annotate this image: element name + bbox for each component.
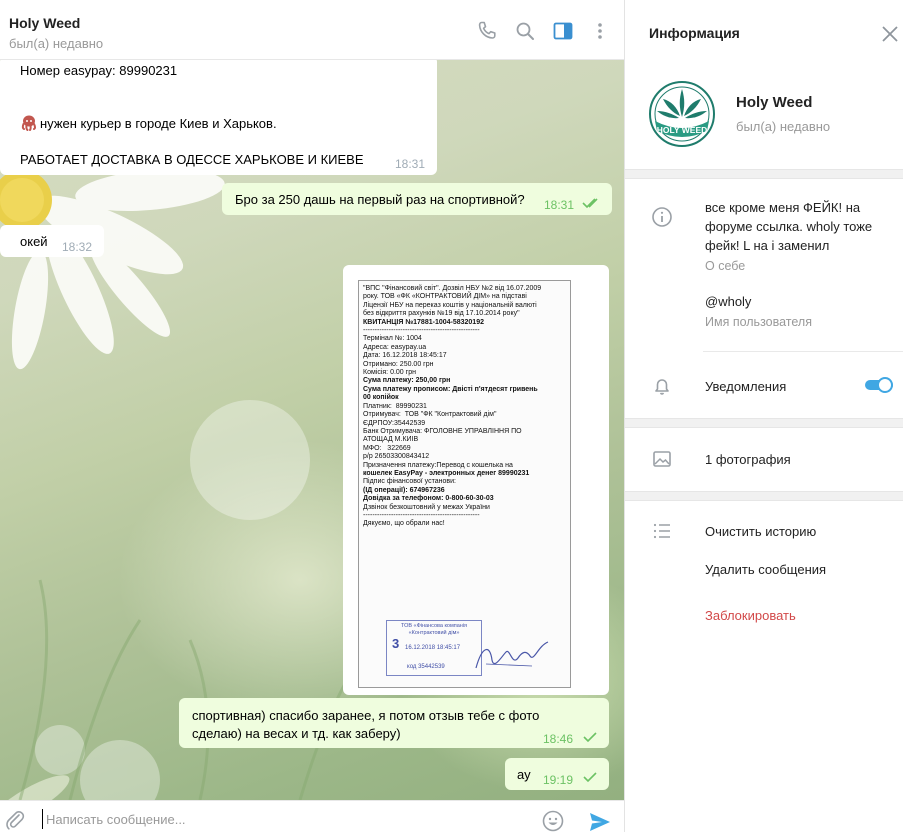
profile-status: был(а) недавно xyxy=(736,119,831,134)
search-icon[interactable] xyxy=(513,19,537,43)
about-label: О себе xyxy=(705,259,746,273)
receipt-line: року. ТОВ «ФК «КОНТРАКТОВИЙ ДІМ» на підс… xyxy=(363,293,527,301)
receipt-line: Отримано: 250.00 грн xyxy=(363,360,434,368)
info-circle-icon xyxy=(652,207,672,227)
receipt-line: Дякуємо, що обрали нас! xyxy=(363,520,445,528)
message-time: 18:32 xyxy=(62,240,93,254)
receipt-line: Банк Отримувача: ФГОЛОВНЕ УПРАВЛІННЯ ПО xyxy=(363,427,522,435)
message-composer xyxy=(0,800,624,832)
message-bubble-incoming[interactable]: Номер easypay: 89990231 нужен курьер в г… xyxy=(0,56,437,175)
notifications-toggle[interactable] xyxy=(864,376,894,394)
about-text[interactable]: все кроме меня ФЕЙК! на форуме ссылка. w… xyxy=(705,198,890,255)
attach-icon[interactable] xyxy=(4,809,26,831)
message-text: ау xyxy=(517,767,531,782)
info-title: Информация xyxy=(649,25,740,41)
bell-icon xyxy=(655,379,669,395)
receipt-line: Платник: 89990231 xyxy=(363,402,427,410)
username-value[interactable]: @wholy xyxy=(705,294,751,309)
stamp-code: код 35442539 xyxy=(407,664,445,670)
message-text: нужен курьер в городе Киев и Харьков. xyxy=(40,116,277,131)
receipt-line: Комісія: 0.00 грн xyxy=(363,369,416,377)
info-panel: Информация HOLY WEED Holy Weed был(а) не… xyxy=(624,0,903,832)
section-divider xyxy=(625,418,903,428)
receipt-stamp: ТОВ «Фінансова компанія «Контрактовий ді… xyxy=(386,620,482,676)
message-input[interactable] xyxy=(42,809,522,829)
receipt-line: АТОЩАД М.КИІВ xyxy=(363,436,419,444)
message-time: 18:31 xyxy=(395,157,426,171)
single-check-icon xyxy=(583,732,597,743)
chat-area: Holy Weed был(а) недавно Номер easypay: … xyxy=(0,0,624,832)
more-vertical-icon[interactable] xyxy=(588,19,612,43)
signature-scribble xyxy=(475,641,549,669)
section-divider xyxy=(625,491,903,501)
message-bubble-outgoing[interactable]: ау 19:19 xyxy=(505,758,609,790)
stamp-line: ТОВ «Фінансова компанія xyxy=(400,623,468,629)
message-time: 18:31 xyxy=(544,198,575,212)
receipt-line: 00 копійок xyxy=(363,394,399,402)
message-bubble-outgoing[interactable]: Бро за 250 дашь на первый раз на спортив… xyxy=(222,183,612,215)
delete-messages-button[interactable]: Удалить сообщения xyxy=(705,562,826,577)
receipt-line: р/р 26503300843412 xyxy=(363,453,430,461)
message-text: РАБОТАЕТ ДОСТАВКА В ОДЕССЕ ХАРЬКОВЕ И КИ… xyxy=(20,152,364,167)
send-icon[interactable] xyxy=(588,811,612,832)
receipt-line: (ІД операції): 674967236 xyxy=(363,486,445,494)
close-icon[interactable] xyxy=(881,25,899,43)
receipt-line: Отримувач: ТОВ "ФК "Контрактовий дім" xyxy=(363,411,497,419)
receipt-line: Дзвінок безкоштовний у межах України xyxy=(363,503,490,511)
chat-header: Holy Weed был(а) недавно xyxy=(0,0,624,60)
octopus-icon xyxy=(20,115,38,131)
list-icon xyxy=(653,523,670,539)
section-divider xyxy=(625,169,903,179)
stamp-line: «Контрактовий дім» xyxy=(408,630,460,636)
username-label: Имя пользователя xyxy=(705,315,812,329)
logo-text: HOLY WEED xyxy=(657,125,708,135)
emoji-icon[interactable] xyxy=(542,810,564,832)
message-time: 18:46 xyxy=(543,732,574,746)
receipt-line: Підпис фінансової установи: xyxy=(363,478,456,486)
block-user-button[interactable]: Заблокировать xyxy=(705,608,796,623)
media-photos-link[interactable]: 1 фотография xyxy=(705,452,791,467)
message-bubble-incoming[interactable]: окей 18:32 xyxy=(0,225,104,257)
notifications-label: Уведомления xyxy=(705,379,787,394)
message-text: Бро за 250 дашь на первый раз на спортив… xyxy=(235,192,525,207)
profile-name: Holy Weed xyxy=(736,94,813,111)
chat-title[interactable]: Holy Weed xyxy=(9,15,80,31)
clear-history-button[interactable]: Очистить историю xyxy=(705,524,816,539)
receipt-line: Ліцензії НБУ на переказ коштів у націона… xyxy=(363,301,537,309)
receipt-line: Адреса: easypay.ua xyxy=(363,343,427,351)
message-text: Номер easypay: 89990231 xyxy=(20,63,178,78)
message-text: сделаю) на весах и тд. как заберу) xyxy=(192,726,401,741)
message-time: 19:19 xyxy=(543,773,574,787)
message-bubble-outgoing[interactable]: спортивная) спасибо заранее, я потом отз… xyxy=(179,698,609,748)
chat-status: был(а) недавно xyxy=(9,36,104,51)
double-check-icon xyxy=(582,198,598,209)
receipt-line: КВИТАНЦІЯ №17881-1004-58320192 xyxy=(363,318,484,326)
stamp-number: 3 xyxy=(392,636,400,651)
receipt-line: Сума платежу: 250,00 грн xyxy=(363,377,451,385)
receipt-line: без відкриття рахунків №19 від 17.10.201… xyxy=(363,310,520,318)
message-text: спортивная) спасибо заранее, я потом отз… xyxy=(192,708,540,723)
stamp-datetime: 16.12.2018 18:45:17 xyxy=(405,645,461,651)
receipt-line: Термінал №: 1004 xyxy=(363,335,422,343)
message-text: окей xyxy=(20,234,48,249)
receipt-line: ЄДРПОУ:35442539 xyxy=(363,419,426,427)
receipt-line: МФО: 322669 xyxy=(363,444,411,452)
photo-icon xyxy=(653,451,671,467)
receipt-line: Довідка за телефоном: 0-800-60-30-03 xyxy=(363,495,494,503)
single-check-icon xyxy=(583,772,597,783)
receipt-line: Дата: 16.12.2018 18:45:17 xyxy=(363,352,447,360)
row-divider xyxy=(703,351,903,352)
holy-weed-logo[interactable]: HOLY WEED xyxy=(649,81,715,147)
sidebar-toggle-icon[interactable] xyxy=(551,19,575,43)
phone-icon[interactable] xyxy=(475,19,499,43)
receipt-line: Призначення платежу:Перевод с кошелька н… xyxy=(363,461,513,469)
